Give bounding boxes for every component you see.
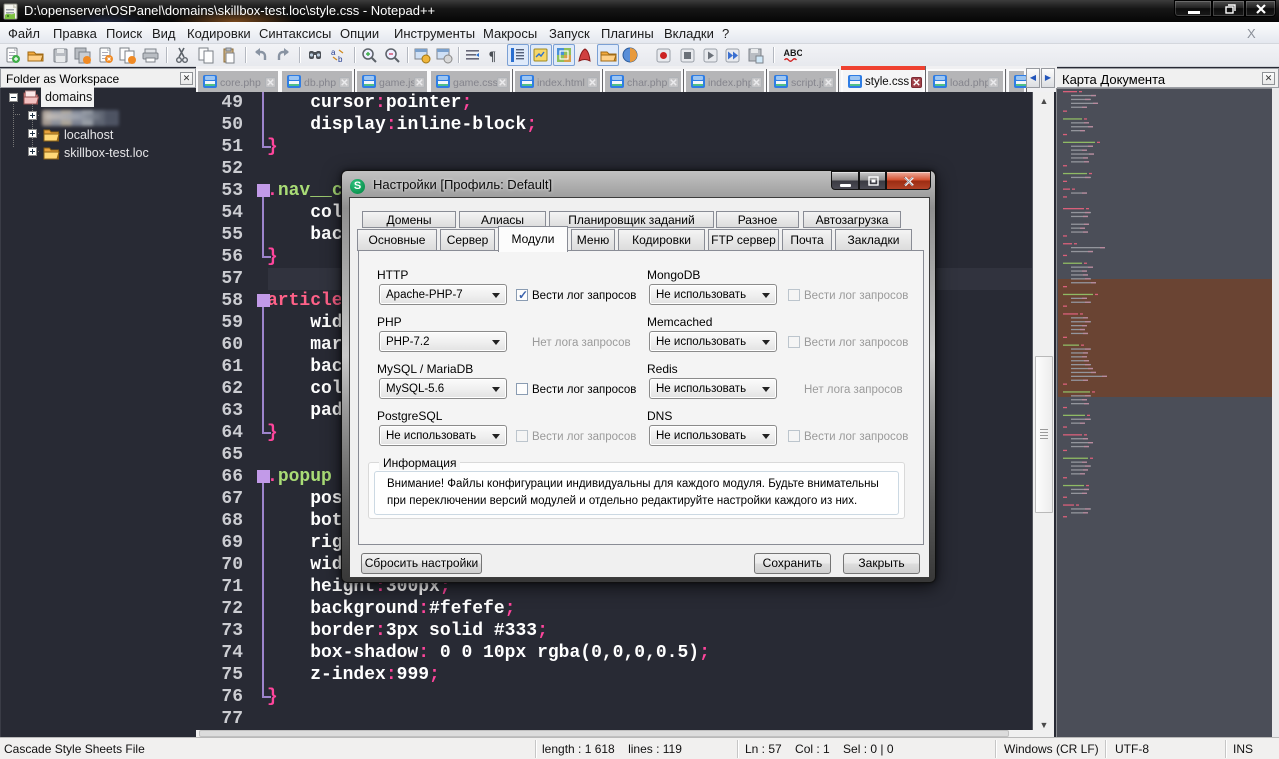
svg-text:a: a [331,48,336,57]
svg-text:ABC: ABC [784,48,803,58]
svg-text:b: b [338,55,343,64]
svg-text:¶: ¶ [489,48,496,63]
